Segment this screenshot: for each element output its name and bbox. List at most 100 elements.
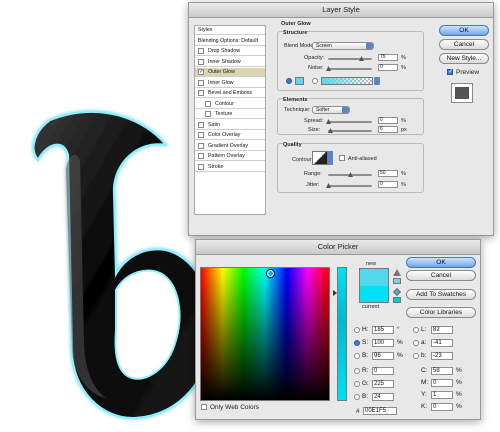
noise-field[interactable]: 0 (378, 64, 398, 71)
web-safe-swatch[interactable] (393, 297, 401, 303)
gamut-swatch[interactable] (393, 278, 401, 284)
hsb-0-field[interactable]: 185 (372, 326, 394, 334)
glow-gradient-radio[interactable] (312, 78, 318, 84)
styles-list-item[interactable]: Stroke (195, 163, 265, 172)
color-picker-cancel-button[interactable]: Cancel (406, 270, 476, 281)
styles-list-item[interactable]: Inner Shadow (195, 58, 265, 67)
web-safe-warning-icon[interactable] (393, 288, 401, 296)
styles-list-item[interactable]: Blending Options: Default (195, 37, 265, 46)
hue-slider-arrow-left[interactable] (333, 290, 337, 296)
styles-list-item[interactable]: Bevel and Emboss (195, 89, 265, 98)
spread-field[interactable]: 0 (378, 117, 398, 124)
styles-list-checkbox[interactable] (198, 79, 204, 86)
technique-select[interactable]: Softer (312, 106, 350, 114)
styles-list-checkbox[interactable] (198, 153, 204, 159)
cmyk-3-field[interactable]: 0 (431, 403, 453, 411)
color-field-cursor[interactable] (267, 270, 274, 277)
styles-list-checkbox[interactable] (198, 48, 204, 54)
technique-value: Softer (316, 107, 330, 113)
rgb-1-radio[interactable] (354, 381, 360, 387)
cmyk-2-field[interactable]: 1 (431, 391, 453, 399)
spread-slider-thumb[interactable] (326, 119, 331, 124)
blend-mode-select[interactable]: Screen (312, 42, 374, 50)
styles-list-item[interactable]: Color Overlay (195, 131, 265, 140)
color-picker-ok-button[interactable]: OK (406, 257, 476, 268)
styles-list-checkbox[interactable]: ✓ (198, 69, 204, 75)
gradient-dropdown-icon[interactable] (374, 77, 380, 85)
hue-slider[interactable] (333, 267, 347, 401)
styles-list-checkbox[interactable] (205, 111, 211, 117)
quality-title: Quality (283, 142, 302, 148)
opacity-field[interactable]: 75 (378, 54, 398, 61)
out-of-gamut-warning-icon[interactable] (393, 269, 401, 276)
range-slider[interactable] (328, 172, 372, 177)
current-color-label: current (362, 304, 380, 310)
hsb-1-field[interactable]: 100 (372, 339, 394, 347)
spread-slider[interactable] (326, 119, 372, 124)
lab-0-radio[interactable] (413, 327, 419, 333)
size-field[interactable]: 6 (378, 126, 398, 133)
jitter-field[interactable]: 0 (378, 181, 398, 188)
noise-slider[interactable] (326, 66, 372, 71)
lab-0-label: L: (421, 326, 427, 333)
jitter-slider-thumb[interactable] (326, 183, 331, 188)
hsb-2-radio[interactable] (354, 353, 360, 359)
styles-list-checkbox[interactable] (198, 163, 204, 170)
add-to-swatches-button[interactable]: Add To Swatches (406, 289, 476, 300)
noise-slider-thumb[interactable] (326, 66, 331, 71)
cmyk-1-field[interactable]: 0 (431, 379, 453, 387)
styles-list-item[interactable]: Drop Shadow (195, 47, 265, 56)
size-slider-thumb[interactable] (328, 128, 333, 133)
cmyk-0-field[interactable]: 58 (431, 367, 453, 375)
styles-list-item[interactable]: Inner Glow (195, 79, 265, 88)
color-libraries-button[interactable]: Color Libraries (406, 307, 476, 318)
styles-list-checkbox[interactable] (198, 132, 204, 138)
hsb-1-radio[interactable] (354, 340, 360, 346)
jitter-slider[interactable] (326, 183, 372, 188)
styles-list-checkbox[interactable] (198, 142, 204, 149)
rgb-2-radio[interactable] (354, 394, 360, 400)
rgb-1-field[interactable]: 225 (372, 380, 394, 388)
opacity-slider-thumb[interactable] (359, 56, 364, 61)
layer-style-cancel-button[interactable]: Cancel (439, 39, 489, 50)
glow-color-swatch[interactable] (295, 77, 304, 85)
styles-list-item[interactable]: Gradient Overlay (195, 142, 265, 151)
lab-2-radio[interactable] (413, 353, 419, 359)
styles-list-checkbox[interactable] (198, 90, 204, 96)
glow-color-radio[interactable] (286, 78, 292, 84)
only-web-colors-checkbox[interactable] (201, 404, 207, 410)
styles-list-checkbox[interactable] (205, 100, 211, 107)
preview-checkbox[interactable]: ✓ (447, 69, 453, 75)
contour-dropdown-icon[interactable] (328, 151, 333, 165)
hsb-2-field[interactable]: 96 (372, 352, 394, 360)
lab-1-field[interactable]: -41 (431, 339, 453, 347)
range-slider-thumb[interactable] (348, 172, 353, 177)
styles-list-item[interactable]: Texture (195, 110, 265, 119)
styles-list-item[interactable]: ✓ Outer Glow (195, 68, 265, 77)
current-color-swatch[interactable] (359, 286, 389, 303)
rgb-2-field[interactable]: 24 (372, 393, 394, 401)
size-slider[interactable] (328, 128, 372, 133)
styles-list-item[interactable]: Styles (195, 26, 265, 35)
styles-list-checkbox[interactable] (198, 58, 204, 65)
hex-field[interactable]: 00E1F5 (363, 407, 397, 415)
range-field[interactable]: 50 (378, 170, 398, 177)
lab-0-field[interactable]: 82 (431, 326, 453, 334)
lab-2-field[interactable]: -23 (431, 352, 453, 360)
layer-style-ok-button[interactable]: OK (439, 25, 489, 36)
opacity-slider[interactable] (328, 56, 372, 61)
color-field[interactable] (200, 267, 330, 401)
styles-list-item[interactable]: Contour (195, 100, 265, 109)
new-style-button[interactable]: New Style... (439, 53, 489, 64)
rgb-0-field[interactable]: 0 (372, 367, 394, 375)
anti-aliased-checkbox[interactable] (339, 155, 345, 161)
styles-list-checkbox[interactable] (198, 121, 204, 128)
glow-gradient-swatch[interactable] (321, 77, 373, 85)
lab-1-radio[interactable] (413, 340, 419, 346)
styles-list-item[interactable]: Satin (195, 121, 265, 130)
contour-preview[interactable] (312, 151, 328, 165)
hex-label: # (356, 408, 360, 415)
styles-list-item[interactable]: Pattern Overlay (195, 152, 265, 161)
rgb-0-radio[interactable] (354, 368, 360, 374)
hsb-0-radio[interactable] (354, 327, 360, 333)
